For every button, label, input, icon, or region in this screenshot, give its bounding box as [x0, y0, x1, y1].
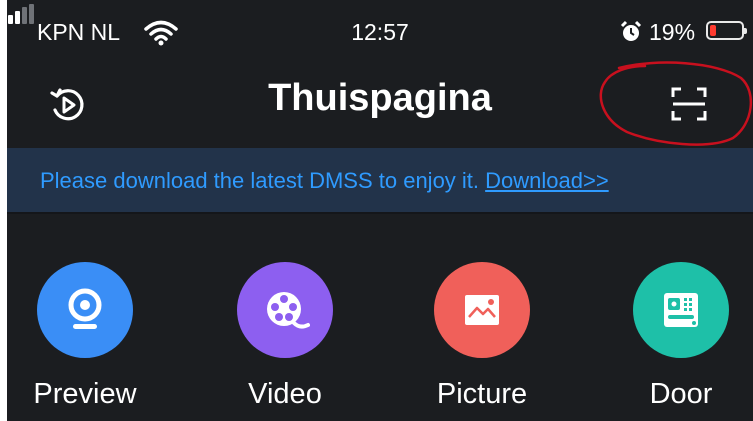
alarm-icon: [620, 20, 642, 41]
feature-door[interactable]: Door: [621, 262, 741, 421]
battery-percentage: 19%: [649, 19, 696, 45]
section-divider: [7, 212, 753, 214]
camera-icon: [68, 288, 102, 329]
update-banner: Please download the latest DMSS to enjoy…: [7, 148, 753, 212]
feature-label: Preview: [33, 378, 137, 410]
feature-label: Video: [248, 378, 322, 410]
banner-message: Please download the latest DMSS to enjoy…: [40, 168, 609, 194]
scan-qr-icon[interactable]: [669, 84, 709, 124]
picture-icon: [465, 295, 499, 325]
preview-icon-circle: [37, 262, 133, 358]
feature-label: Picture: [436, 378, 528, 410]
feature-preview[interactable]: Preview: [25, 262, 145, 421]
header-bar: Thuispagina: [7, 62, 753, 148]
door-station-icon: [664, 293, 698, 327]
feature-label: Door: [649, 378, 713, 410]
feature-picture[interactable]: Picture: [422, 262, 542, 421]
app-screen: KPN NL 12:57 19% Thuispagina Please down…: [7, 0, 753, 421]
page-title: Thuispagina: [268, 77, 492, 119]
banner-text: Please download the latest DMSS to enjoy…: [40, 168, 486, 193]
battery-icon: [706, 21, 747, 40]
feature-video[interactable]: Video: [225, 262, 345, 421]
download-link[interactable]: Download>>: [485, 168, 609, 193]
status-bar: KPN NL 12:57 19%: [7, 0, 753, 62]
film-reel-icon: [267, 292, 310, 329]
picture-icon-circle: [434, 262, 530, 358]
door-icon-circle: [633, 262, 729, 358]
video-icon-circle: [237, 262, 333, 358]
